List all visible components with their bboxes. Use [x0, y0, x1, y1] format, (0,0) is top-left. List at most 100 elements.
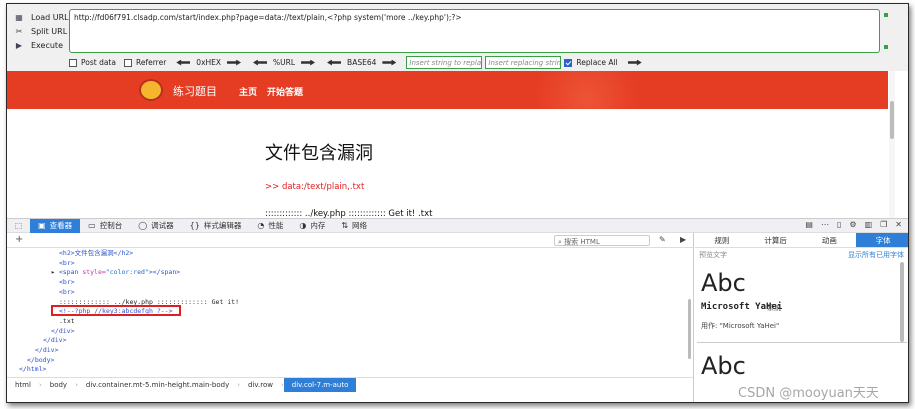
- url-decode-arrow-icon[interactable]: [253, 59, 268, 66]
- code-line-txt[interactable]: .txt: [59, 317, 75, 327]
- settings-icon[interactable]: ⚙: [849, 220, 856, 229]
- insert-string-input[interactable]: Insert string to replace: [406, 56, 483, 69]
- breadcrumb-col[interactable]: div.col-7.m-auto: [283, 377, 357, 392]
- hex-encode-arrow-icon[interactable]: [227, 59, 242, 66]
- page-scrollbar-thumb[interactable]: [890, 101, 894, 139]
- highlight-box: [51, 305, 181, 316]
- style-editor-icon: {}: [189, 221, 200, 230]
- code-scrollbar[interactable]: [687, 249, 692, 379]
- breadcrumb-body[interactable]: body: [42, 378, 75, 392]
- tab-network[interactable]: ⇅ 网络: [333, 219, 375, 233]
- panel-divider[interactable]: [693, 233, 694, 402]
- tab-rules[interactable]: 规则: [695, 233, 749, 247]
- more-icon[interactable]: ⋯: [821, 220, 829, 229]
- code-line-close-div[interactable]: </div>: [51, 327, 74, 337]
- tab-performance[interactable]: ◔ 性能: [249, 219, 291, 233]
- eyedropper-icon[interactable]: ✎: [659, 235, 666, 244]
- code-line-close-body[interactable]: </body>: [27, 356, 54, 366]
- hex-control: 0xHEX: [174, 58, 243, 67]
- inspector-toolbar: + ⌕ 搜索 HTML ✎ ▶: [7, 233, 693, 248]
- code-line-span[interactable]: ▸ <span style="color:red"></span>: [51, 268, 180, 278]
- base64-decode-arrow-icon[interactable]: [327, 59, 342, 66]
- code-line-br[interactable]: <br>: [59, 278, 75, 288]
- web-page: 练习题目 主页 开始答题 文件包含漏洞 >> data:/text/plain,…: [7, 71, 908, 219]
- code-line-h2[interactable]: <h2>文件包含漏洞</h2>: [59, 249, 133, 259]
- tab-computed[interactable]: 计算后: [749, 233, 803, 247]
- undock-icon[interactable]: ❐: [880, 220, 887, 229]
- tab-fonts[interactable]: 字体: [856, 233, 908, 247]
- tab-memory[interactable]: ◑ 内存: [291, 219, 333, 233]
- hackbar-options: Post data Referrer 0xHEX %URL BASE64 Ins…: [69, 56, 644, 69]
- indicator-bottom: [884, 45, 888, 49]
- page-scrollbar[interactable]: [889, 71, 895, 218]
- memory-icon: ◑: [299, 221, 307, 230]
- network-icon: ⇅: [341, 221, 349, 230]
- breadcrumb: html › body › div.container.mt-5.min-heigh…: [7, 377, 693, 392]
- post-data-checkbox[interactable]: [69, 58, 77, 67]
- code-line-close-div[interactable]: </div>: [43, 336, 66, 346]
- breadcrumb-container[interactable]: div.container.mt-5.min-height.main-body: [78, 378, 237, 392]
- replace-arrow-icon[interactable]: [627, 59, 642, 66]
- execute-icon: ▶: [15, 40, 23, 50]
- code-line-br[interactable]: <br>: [59, 288, 75, 298]
- performance-icon: ◔: [257, 221, 265, 230]
- red-output-line: >> data:/text/plain,.txt: [265, 182, 365, 192]
- lantern-decoration: [527, 71, 647, 109]
- page-title: 文件包含漏洞: [265, 143, 373, 164]
- url-encode-arrow-icon[interactable]: [301, 59, 316, 66]
- nav-start-link[interactable]: 开始答题: [267, 85, 303, 98]
- nav-brand[interactable]: 练习题目: [173, 83, 217, 99]
- search-html-input[interactable]: ⌕ 搜索 HTML: [554, 235, 650, 246]
- font-preview: Abc: [701, 269, 746, 297]
- sidebar-scrollbar[interactable]: [899, 262, 905, 402]
- replace-all-checkbox[interactable]: [564, 58, 573, 67]
- code-scrollbar-thumb[interactable]: [688, 299, 691, 359]
- tab-console[interactable]: ▭ 控制台: [80, 219, 130, 233]
- load-url-button[interactable]: ▦ Load URL: [13, 10, 68, 24]
- referrer-checkbox[interactable]: [123, 58, 132, 67]
- pick-element-icon[interactable]: ⬚: [7, 219, 30, 233]
- watermark: CSDN @mooyuan天天: [738, 386, 879, 401]
- sidebar-toggle-icon[interactable]: ▶: [680, 235, 686, 244]
- indicator-top: [884, 13, 888, 17]
- tab-animations[interactable]: 动画: [803, 233, 857, 247]
- breadcrumb-html[interactable]: html: [7, 378, 39, 392]
- sidebar-scrollbar-thumb[interactable]: [900, 262, 904, 342]
- tab-debugger[interactable]: ◯ 调试器: [130, 219, 181, 233]
- tab-style-editor[interactable]: {} 样式编辑器: [182, 219, 250, 233]
- preview-text-input[interactable]: 预览文字: [699, 250, 727, 260]
- code-line-close-html[interactable]: </html>: [19, 365, 46, 375]
- url-textarea[interactable]: http://fd06f791.clsadp.com/start/index.p…: [69, 9, 880, 53]
- hackbar-commands: ▦ Load URL ✂ Split URL ▶ Execute: [13, 10, 69, 52]
- split-url-icon: ✂: [15, 26, 23, 36]
- replace-all-toggle[interactable]: Replace All: [564, 58, 618, 67]
- nav-home-link[interactable]: 主页: [239, 85, 257, 98]
- code-line-br[interactable]: <br>: [59, 259, 75, 269]
- execute-button[interactable]: ▶ Execute: [13, 38, 69, 52]
- font-used-as: 用作: "Microsoft YaHei": [701, 322, 780, 330]
- close-icon[interactable]: ✕: [895, 220, 902, 229]
- hex-decode-arrow-icon[interactable]: [176, 59, 191, 66]
- referrer-toggle[interactable]: Referrer: [123, 58, 166, 67]
- breadcrumb-row[interactable]: div.row: [240, 378, 281, 392]
- device-icon[interactable]: ▯: [837, 220, 841, 229]
- inspector-icon: ▣: [38, 221, 46, 230]
- replacing-string-input[interactable]: Insert replacing string: [485, 56, 562, 69]
- console-icon: ▭: [88, 221, 96, 230]
- base64-control: BASE64: [325, 58, 398, 67]
- responsive-icon[interactable]: ▤: [805, 220, 813, 229]
- url-control: %URL: [251, 58, 317, 67]
- split-url-button[interactable]: ✂ Split URL: [13, 24, 69, 38]
- load-url-icon: ▦: [15, 12, 23, 22]
- tab-inspector[interactable]: ▣ 查看器: [30, 218, 81, 233]
- add-node-icon[interactable]: +: [15, 234, 23, 245]
- fonts-toolbar: 预览文字 显示所有已用字体: [699, 250, 904, 262]
- debugger-icon: ◯: [138, 221, 148, 230]
- show-all-fonts-link[interactable]: 显示所有已用字体: [848, 250, 904, 260]
- lion-logo-icon: [139, 79, 163, 101]
- post-data-toggle[interactable]: Post data: [69, 58, 116, 67]
- base64-encode-arrow-icon[interactable]: [382, 59, 397, 66]
- divider: [697, 342, 907, 343]
- dock-icon[interactable]: ▥: [865, 220, 873, 229]
- code-line-close-div[interactable]: </div>: [35, 346, 58, 356]
